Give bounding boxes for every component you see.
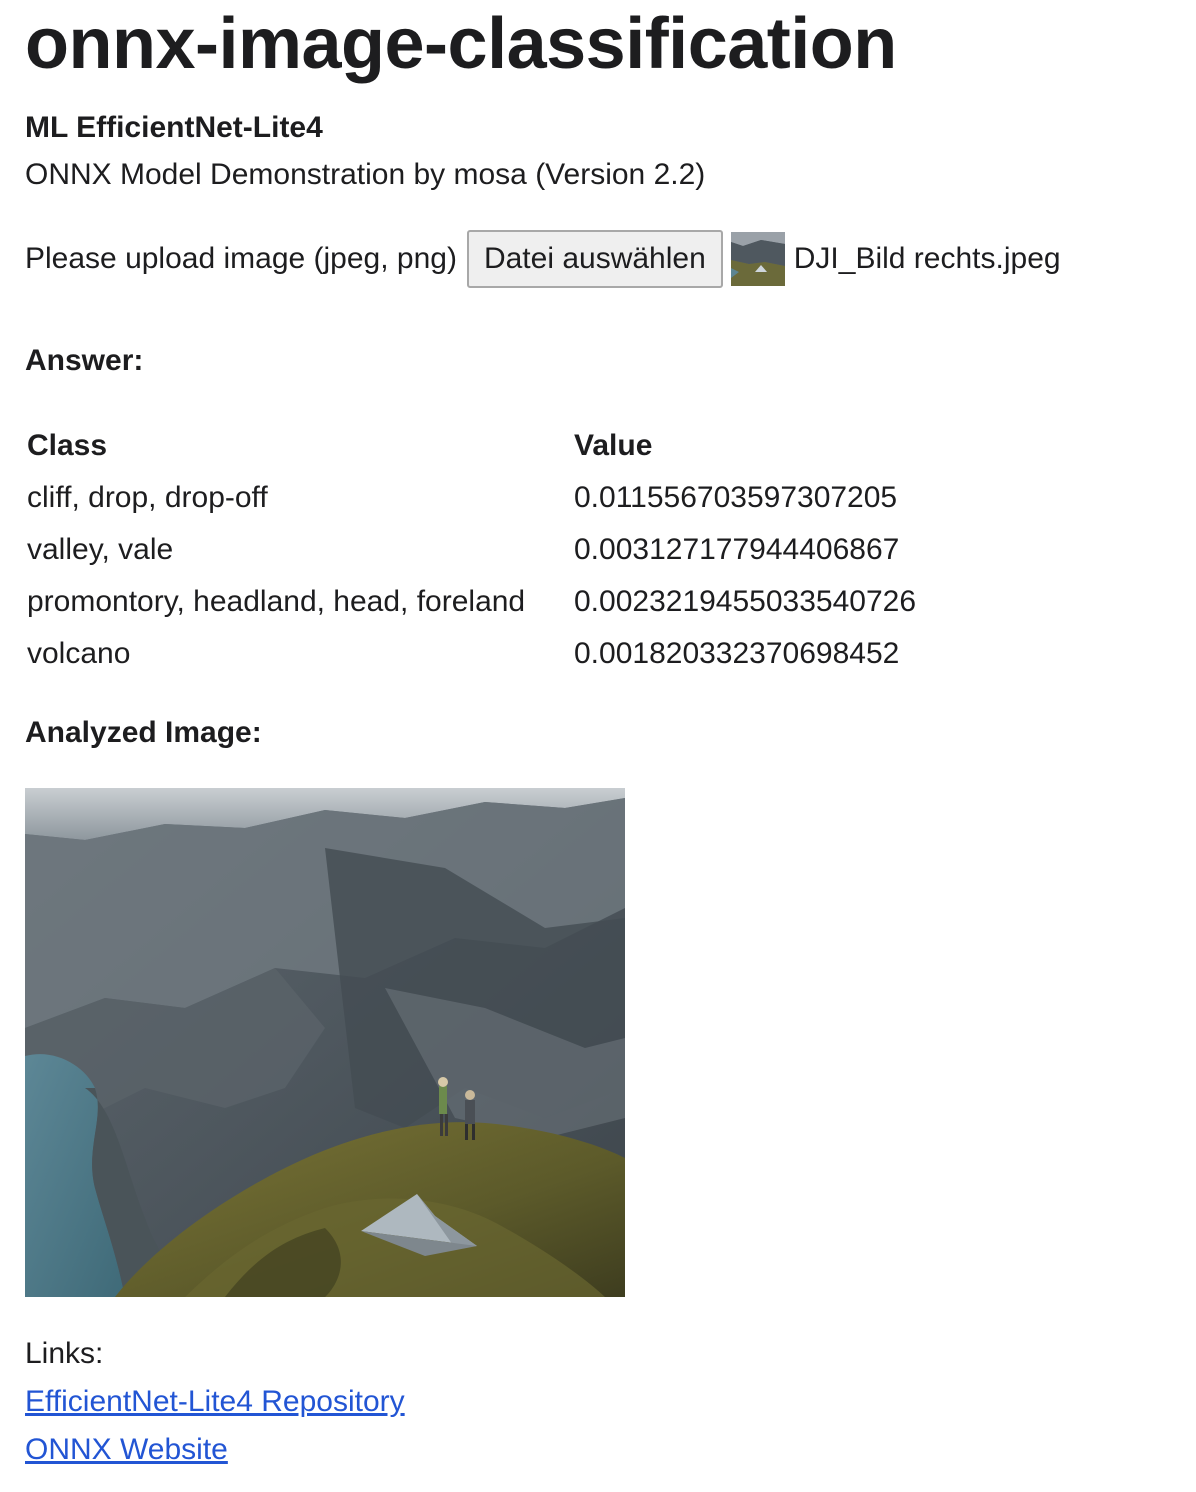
analyzed-image-heading: Analyzed Image:: [25, 716, 262, 749]
selected-file-name: DJI_Bild rechts.jpeg: [793, 242, 1061, 275]
links-label: Links:: [25, 1337, 104, 1370]
upload-label: Please upload image (jpeg, png): [25, 242, 457, 275]
choose-file-button[interactable]: Datei auswählen: [466, 230, 723, 288]
table-header-row: Class Value: [25, 420, 916, 472]
model-name: ML EfficientNet-Lite4: [25, 111, 323, 144]
answer-heading: Answer:: [25, 344, 144, 377]
page-title: onnx-image-classification: [25, 4, 897, 84]
upload-row: Please upload image (jpeg, png) Datei au…: [25, 230, 1061, 288]
onnx-website-link[interactable]: ONNX Website: [25, 1432, 228, 1468]
table-row: promontory, headland, head, foreland 0.0…: [25, 576, 916, 628]
page-subtitle: ONNX Model Demonstration by mosa (Versio…: [25, 158, 706, 191]
table-row: volcano 0.001820332370698452: [25, 628, 916, 680]
analyzed-image: [25, 788, 625, 1297]
table-row: cliff, drop, drop-off 0.0115567035973072…: [25, 472, 916, 524]
column-header-value: Value: [574, 429, 653, 462]
value-cell: 0.001820332370698452: [574, 637, 900, 670]
class-cell: promontory, headland, head, foreland: [27, 585, 526, 618]
class-cell: cliff, drop, drop-off: [27, 481, 268, 514]
value-cell: 0.003127177944406867: [574, 533, 900, 566]
efficientnet-repository-link[interactable]: EfficientNet-Lite4 Repository: [25, 1384, 405, 1420]
value-cell: 0.011556703597307205: [574, 481, 898, 514]
column-header-class: Class: [27, 429, 108, 462]
class-cell: valley, vale: [27, 533, 174, 566]
value-cell: 0.0023219455033540726: [574, 585, 917, 618]
results-table: Class Value cliff, drop, drop-off 0.0115…: [25, 420, 916, 680]
class-cell: volcano: [27, 637, 131, 670]
file-thumbnail-image: [730, 232, 785, 286]
table-row: valley, vale 0.003127177944406867: [25, 524, 916, 576]
